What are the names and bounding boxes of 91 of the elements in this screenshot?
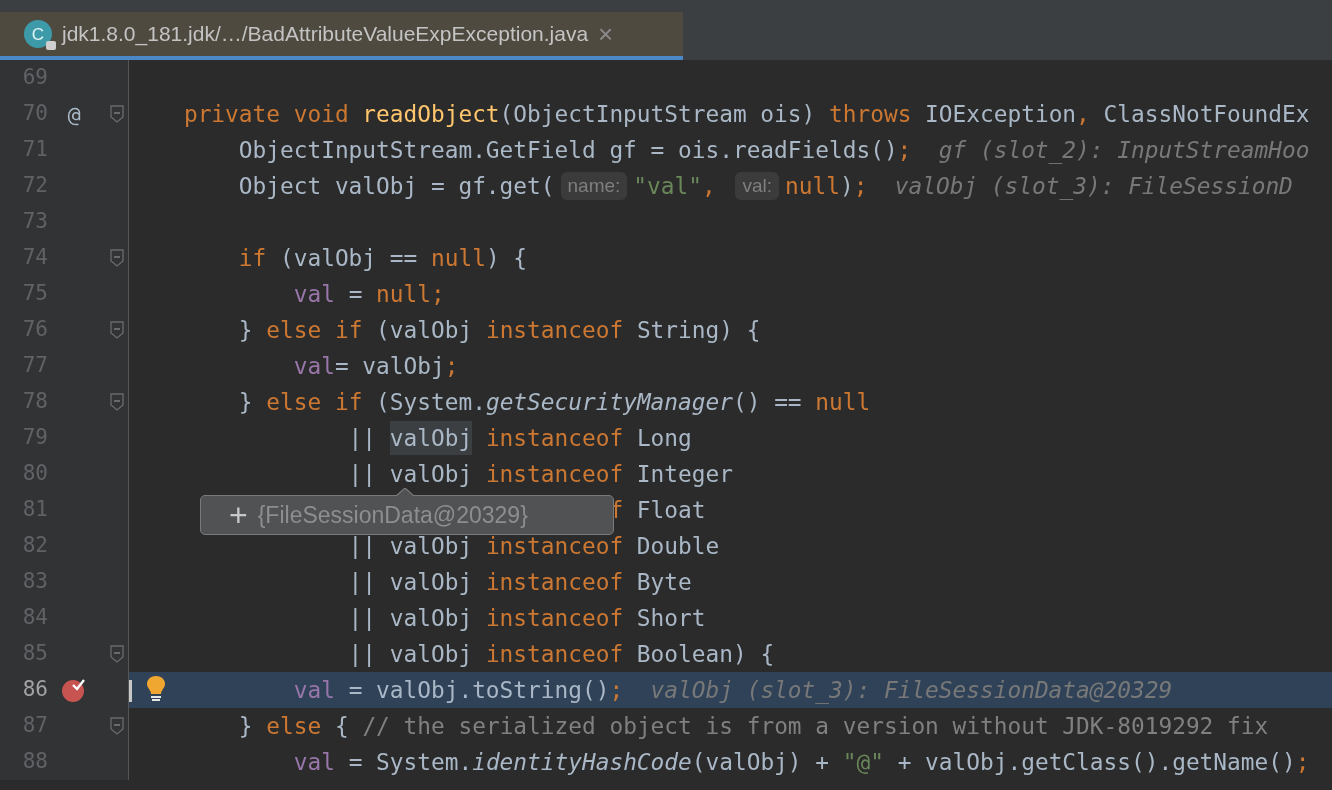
code-keyword: null [815,387,871,417]
code-text: (valObj) + [691,747,829,777]
code-text: || valObj [348,639,473,669]
code-text: Double [636,531,720,561]
code-string: "val" [633,171,702,201]
code-identifier-highlighted: valObj [389,420,473,456]
code-static-call: identityHashCode [472,747,692,777]
fold-icon[interactable] [110,321,124,339]
code-keyword: ; [897,135,912,165]
code-text: || [348,423,377,453]
code-field: val [293,348,335,384]
code-keyword: else if [266,315,363,345]
code-keyword: instanceof [485,531,624,561]
code-field: val [293,744,335,780]
inline-debug-value: valObj (slot_3): FileSessionData@20329 [650,675,1173,706]
code-text: ObjectInputStream.GetField gf = ois.readFields() [238,135,898,165]
code-text: } [238,711,253,741]
code-keyword: ; [444,351,459,381]
code-text: || valObj [348,567,473,597]
fold-icon[interactable] [110,393,124,411]
code-keyword: instanceof [485,459,624,489]
inline-debug-value: gf (slot_2): InputStreamHoo [938,135,1310,166]
text-cursor [129,680,132,702]
code-keyword: instanceof [485,567,624,597]
code-text: Integer [636,459,733,489]
code-text: Boolean) { [636,639,775,669]
breakpoint-icon[interactable] [61,677,87,703]
code-keyword: if [238,243,267,273]
code-keyword: null [431,243,486,273]
inline-debug-value: valObj (slot_3): FileSessionD [894,171,1293,202]
code-text: () == [732,387,802,417]
editor-tab[interactable]: C jdk1.8.0_181.jdk/…/BadAttributeValueExpException.java × [0,12,683,60]
code-keyword: else if [266,387,363,417]
parameter-hint: val: [735,172,779,200]
code-text: Object valObj = gf.get( [238,171,555,201]
code-keyword: instanceof [485,315,624,345]
tooltip-value: {FileSessionData@20329} [257,500,528,530]
code-field: val [293,276,335,312]
code-text: || valObj [348,531,473,561]
fold-icon[interactable] [110,717,124,735]
code-text: String) { [636,315,761,345]
code-keyword: null; [376,279,445,309]
code-text: } [238,315,253,345]
code-text: = valObj [334,351,445,381]
code-keyword: private void [183,99,349,129]
code-text: || valObj [348,459,473,489]
code-text: Byte [636,567,692,597]
tab-title: jdk1.8.0_181.jdk/…/BadAttributeValueExpException.java [62,21,589,48]
fold-icon[interactable] [110,105,124,123]
expand-button[interactable]: + [229,499,248,531]
code-keyword: else [266,711,322,741]
code-keyword: , [1076,99,1090,129]
code-text: Long [636,423,692,453]
line-number: 86 [21,676,48,704]
code-static-call: getSecurityManager [485,387,733,417]
fold-icon[interactable] [110,645,124,663]
fold-icon[interactable] [110,249,124,267]
code-text: (valObj == [280,243,418,273]
lightbulb-icon[interactable] [145,674,167,704]
code-text: = valObj.toString() [348,675,610,705]
code-keyword: throws [829,99,912,129]
code-text: (ObjectInputStream ois) [499,99,816,129]
code-text: Float [636,495,706,525]
code-text: + valObj.getClass().getName() [897,747,1296,777]
code-comment: // the serialized object is from a version without JDK-8019292 fix [362,711,1269,741]
code-text: IOException [925,99,1077,129]
code-text: (valObj [376,315,473,345]
code-text: = [348,279,363,309]
code-keyword: instanceof [485,639,624,669]
code-text: ClassNotFoundEx [1103,99,1310,129]
code-text: } [238,387,253,417]
code-keyword: instanceof [485,603,624,633]
code-text: ) [839,171,854,201]
code-keyword: null [785,171,840,201]
override-marker[interactable]: @ [67,97,81,131]
parameter-hint: name: [560,172,628,200]
code-string: "@" [842,747,884,777]
code-keyword: ; [1295,747,1310,777]
code-text: ) { [485,243,528,273]
code-text: { [334,711,349,741]
code-method-name: readObject [362,99,500,129]
code-field: val [293,672,335,708]
close-icon[interactable]: × [598,21,614,47]
code-text: Short [636,603,706,633]
code-text: (System. [376,387,486,417]
code-keyword: , [701,171,716,201]
code-text: || valObj [348,603,473,633]
code-keyword: ; [609,675,624,705]
code-keyword: ; [853,171,868,201]
code-text: = System. [348,747,473,777]
code-keyword: instanceof [485,423,624,453]
